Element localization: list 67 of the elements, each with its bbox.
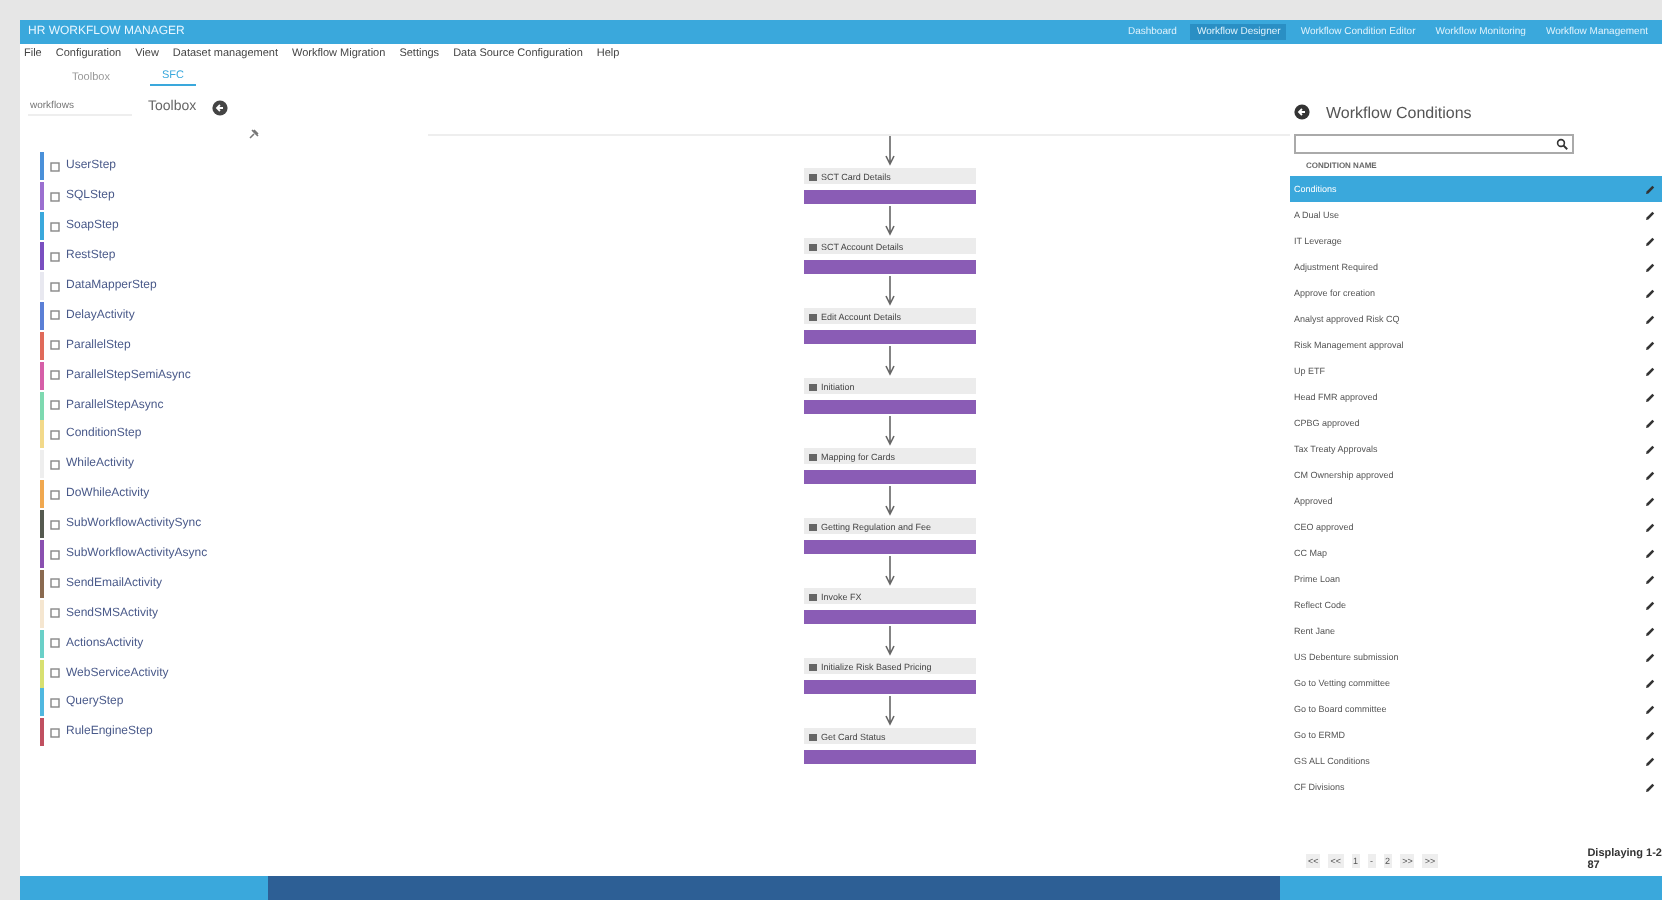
panel-title: Workflow Conditions (1326, 103, 1472, 121)
arrow-icon (883, 346, 895, 376)
pencil-icon[interactable] (1644, 677, 1656, 689)
step-icon (50, 608, 60, 619)
step-icon (50, 370, 60, 381)
step-icon (50, 191, 60, 202)
pencil-icon[interactable] (1644, 235, 1656, 247)
pencil-icon[interactable] (1644, 443, 1656, 455)
step-icon (807, 241, 817, 251)
step-icon (50, 549, 60, 560)
step-icon (807, 661, 817, 671)
pencil-icon[interactable] (1644, 495, 1656, 507)
step-icon (807, 591, 817, 601)
step-icon (50, 668, 60, 679)
pencil-icon[interactable] (1644, 625, 1656, 637)
step-icon (50, 489, 60, 500)
pencil-icon[interactable] (1644, 339, 1656, 351)
pencil-icon[interactable] (1644, 573, 1656, 585)
arrow-icon (883, 206, 895, 236)
arrow-icon (883, 626, 895, 656)
pencil-icon[interactable] (1644, 365, 1656, 377)
pencil-icon[interactable] (1644, 781, 1656, 793)
pencil-icon[interactable] (1644, 209, 1656, 221)
pencil-icon[interactable] (1644, 469, 1656, 481)
step-icon (50, 459, 60, 470)
step-icon (50, 638, 60, 649)
step-icon (50, 429, 60, 440)
pencil-icon[interactable] (1644, 729, 1656, 741)
arrow-icon (883, 556, 895, 586)
pencil-icon[interactable] (1644, 417, 1656, 429)
pencil-icon[interactable] (1644, 651, 1656, 663)
pencil-icon[interactable] (1644, 391, 1656, 403)
arrow-icon (883, 486, 895, 516)
arrow-icon (883, 276, 895, 306)
step-icon (50, 310, 60, 321)
step-icon (50, 281, 60, 291)
step-icon (807, 311, 817, 321)
step-icon (807, 451, 817, 461)
step-icon (50, 578, 60, 589)
step-icon (50, 727, 60, 738)
back-icon[interactable] (1294, 104, 1310, 120)
arrow-icon (883, 416, 895, 446)
pencil-icon[interactable] (1644, 313, 1656, 325)
pencil-icon[interactable] (1644, 521, 1656, 533)
step-icon (807, 521, 817, 531)
step-icon (50, 519, 60, 530)
back-icon[interactable] (212, 99, 229, 115)
step-icon (50, 161, 60, 172)
search-icon[interactable] (1556, 138, 1568, 150)
step-icon (50, 340, 60, 351)
pencil-icon[interactable] (1644, 755, 1656, 767)
scrollbar-thumb[interactable] (268, 876, 1280, 900)
pencil-icon[interactable] (1644, 261, 1656, 273)
search-field[interactable] (1294, 134, 1574, 154)
arrow-icon (883, 136, 895, 166)
step-icon (50, 697, 60, 708)
pencil-icon[interactable] (1644, 599, 1656, 611)
pencil-icon[interactable] (1644, 703, 1656, 715)
pencil-icon[interactable] (1644, 547, 1656, 559)
step-icon (807, 171, 817, 181)
step-icon (50, 400, 60, 411)
arrow-icon (883, 696, 895, 726)
pencil-icon[interactable] (1644, 287, 1656, 299)
step-icon (807, 731, 817, 741)
step-icon (807, 381, 817, 391)
step-icon (50, 251, 60, 262)
step-icon (50, 221, 60, 232)
